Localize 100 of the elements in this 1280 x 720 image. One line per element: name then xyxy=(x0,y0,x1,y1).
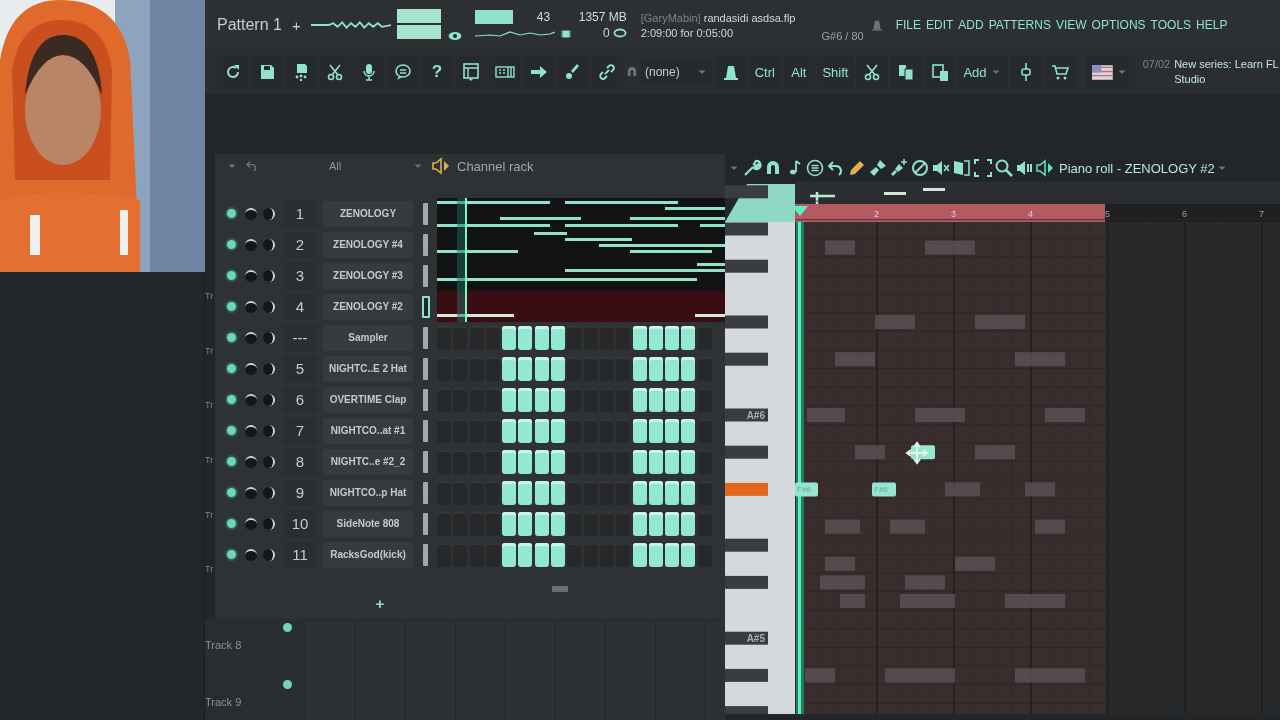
volume-knob[interactable] xyxy=(263,362,275,375)
menu-item[interactable]: TOOLS xyxy=(1150,18,1192,32)
pan-knob[interactable] xyxy=(245,207,257,220)
pan-knob[interactable] xyxy=(245,517,257,530)
pan-knob[interactable] xyxy=(245,393,257,406)
step-pad[interactable] xyxy=(681,325,696,350)
volume-knob[interactable] xyxy=(263,300,275,313)
step-pad[interactable] xyxy=(665,542,680,567)
filter-dropdown[interactable]: All xyxy=(265,159,405,173)
volume-knob[interactable] xyxy=(263,517,275,530)
menu-item[interactable]: PATTERNS xyxy=(988,18,1051,32)
step-pad[interactable] xyxy=(518,325,533,350)
keyboard-button[interactable] xyxy=(489,56,521,88)
scissors-button[interactable] xyxy=(856,56,888,88)
step-pad[interactable] xyxy=(551,542,566,567)
step-pad[interactable] xyxy=(534,356,549,381)
step-pad[interactable] xyxy=(534,449,549,474)
step-pad[interactable] xyxy=(681,356,696,381)
channel-button[interactable]: ZENOLOGY #3 xyxy=(323,262,413,289)
arrow-button[interactable] xyxy=(523,56,555,88)
menu-item[interactable]: HELP xyxy=(1196,18,1228,32)
speech-bubble-button[interactable] xyxy=(387,56,419,88)
volume-knob[interactable] xyxy=(263,424,275,437)
step-pad[interactable] xyxy=(665,480,680,505)
channel-button[interactable]: NIGHTC..e #2_2 xyxy=(323,448,413,475)
step-pad[interactable] xyxy=(551,449,566,474)
volume-knob[interactable] xyxy=(263,238,275,251)
channel-led[interactable] xyxy=(227,457,236,466)
step-pad[interactable] xyxy=(534,387,549,412)
channel-selector[interactable] xyxy=(423,233,428,256)
channel-button[interactable]: Sampler xyxy=(323,324,413,351)
step-pad[interactable] xyxy=(632,449,647,474)
step-pad[interactable] xyxy=(502,356,517,381)
pan-knob[interactable] xyxy=(245,486,257,499)
channel-selector[interactable] xyxy=(423,264,428,287)
channel-selector[interactable] xyxy=(423,419,428,442)
timeline-ruler[interactable] xyxy=(795,204,1280,222)
floppy-button[interactable] xyxy=(251,56,283,88)
menu-item[interactable]: ADD xyxy=(958,18,984,32)
channel-selector[interactable] xyxy=(423,326,428,349)
mixer-track-number[interactable]: 5 xyxy=(283,355,317,382)
step-pad[interactable] xyxy=(648,356,663,381)
channel-button[interactable]: ZENOLOGY #2 xyxy=(323,293,413,320)
step-pad[interactable] xyxy=(632,480,647,505)
modifier-key[interactable]: Alt xyxy=(782,56,815,88)
volume-knob[interactable] xyxy=(263,331,275,344)
menu-item[interactable]: FILE xyxy=(895,18,921,32)
step-pad[interactable] xyxy=(648,542,663,567)
step-pad[interactable] xyxy=(518,480,533,505)
step-pad[interactable] xyxy=(551,356,566,381)
step-pad[interactable] xyxy=(551,480,566,505)
scissors-button[interactable] xyxy=(319,56,351,88)
clipboard-button[interactable] xyxy=(924,56,956,88)
mixer-track-number[interactable]: --- xyxy=(283,324,317,351)
channel-button[interactable]: SideNote 808 xyxy=(323,510,413,537)
track-name[interactable]: Track 9 xyxy=(205,678,283,708)
step-pad[interactable] xyxy=(632,387,647,412)
step-pad[interactable] xyxy=(502,418,517,443)
step-pad[interactable] xyxy=(681,387,696,412)
channel-button[interactable]: NIGHTC..E 2 Hat xyxy=(323,355,413,382)
step-pad[interactable] xyxy=(518,542,533,567)
step-pad[interactable] xyxy=(632,418,647,443)
channel-led[interactable] xyxy=(227,333,236,342)
microphone-button[interactable] xyxy=(353,56,385,88)
add-pattern-button[interactable]: + xyxy=(287,16,305,34)
step-pad[interactable] xyxy=(665,449,680,474)
step-pad[interactable] xyxy=(502,449,517,474)
step-pad[interactable] xyxy=(648,387,663,412)
track-led[interactable] xyxy=(283,623,292,632)
pattern-selector[interactable]: Pattern 1 xyxy=(217,16,282,34)
channel-led[interactable] xyxy=(227,240,236,249)
step-pad[interactable] xyxy=(681,418,696,443)
floppy-dots-button[interactable] xyxy=(285,56,317,88)
step-pad[interactable] xyxy=(632,356,647,381)
pan-knob[interactable] xyxy=(245,548,257,561)
volume-knob[interactable] xyxy=(263,486,275,499)
step-pad[interactable] xyxy=(502,511,517,536)
mixer-track-number[interactable]: 3 xyxy=(283,262,317,289)
channel-selector[interactable] xyxy=(423,388,428,411)
step-pad[interactable] xyxy=(534,480,549,505)
channel-led[interactable] xyxy=(227,519,236,528)
add-channel-button[interactable]: + xyxy=(369,594,391,613)
step-pad[interactable] xyxy=(551,511,566,536)
volume-knob[interactable] xyxy=(263,393,275,406)
step-pad[interactable] xyxy=(551,418,566,443)
step-pad[interactable] xyxy=(648,418,663,443)
channel-selector[interactable] xyxy=(423,543,428,566)
step-pad[interactable] xyxy=(534,542,549,567)
zoom-slider-handle[interactable] xyxy=(884,192,906,195)
channel-button[interactable]: RacksGod(kick) xyxy=(323,541,413,568)
volume-knob[interactable] xyxy=(263,455,275,468)
channel-button[interactable]: OVERTIME Clap xyxy=(323,386,413,413)
step-pad[interactable] xyxy=(648,325,663,350)
copy-button[interactable] xyxy=(890,56,922,88)
volume-knob[interactable] xyxy=(263,548,275,561)
step-pad[interactable] xyxy=(534,325,549,350)
channel-led[interactable] xyxy=(227,488,236,497)
step-pad[interactable] xyxy=(665,356,680,381)
link-button[interactable] xyxy=(591,56,623,88)
step-pad[interactable] xyxy=(502,387,517,412)
